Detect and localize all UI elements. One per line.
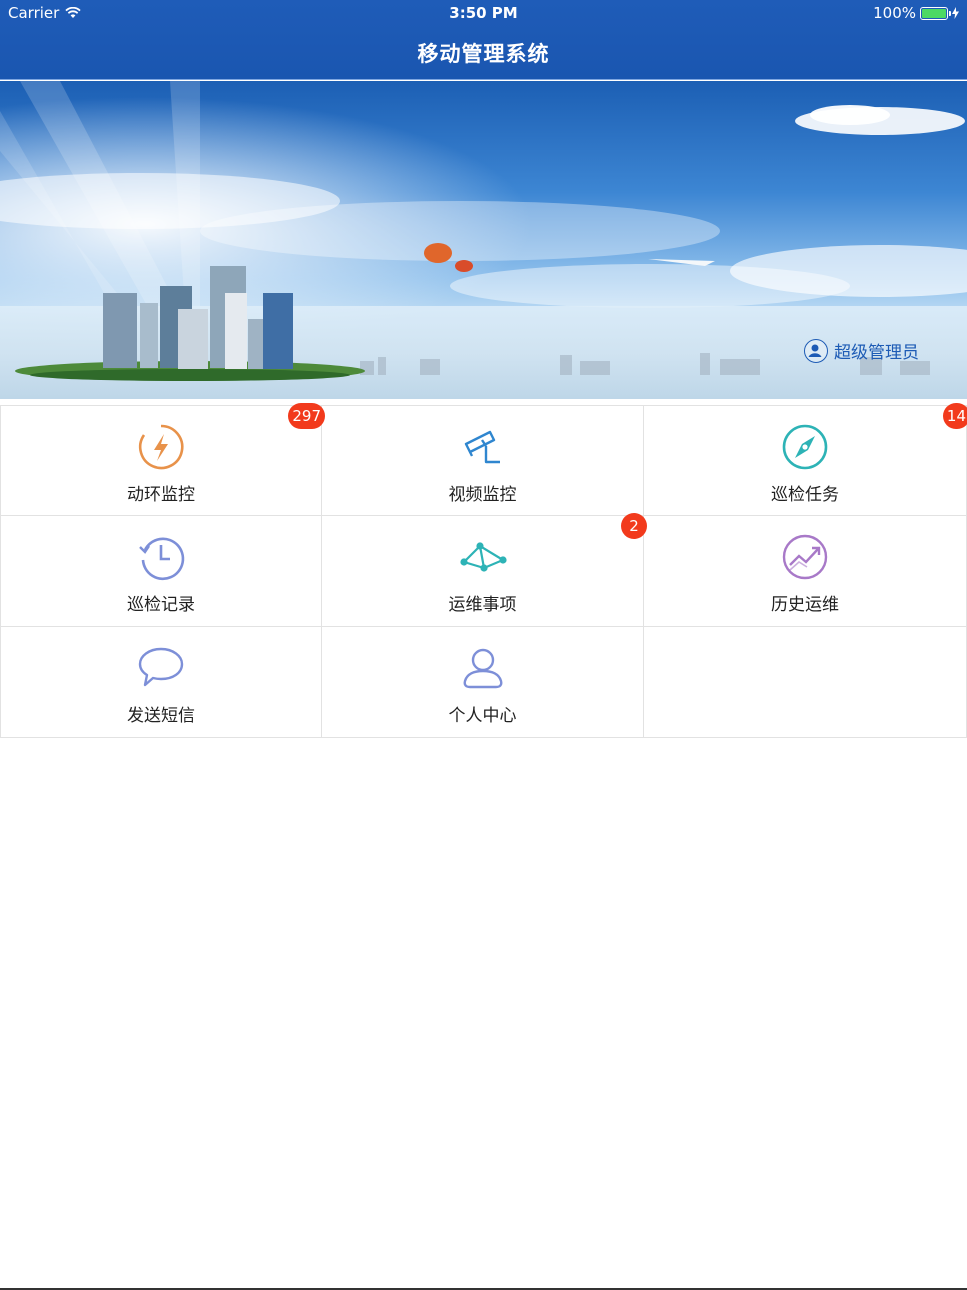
- menu-item-label: 运维事项: [448, 595, 517, 615]
- charging-icon: [952, 7, 959, 19]
- lightning-icon: [138, 424, 184, 470]
- battery: 100%: [873, 4, 959, 22]
- status-time: 3:50 PM: [449, 4, 518, 22]
- menu-item-label: 动环监控: [127, 485, 195, 505]
- banner-image: 超级管理员: [0, 81, 967, 399]
- current-user-label: 超级管理员: [834, 343, 919, 363]
- top-bar: Carrier 3:50 PM 100% 移动管理系统: [0, 0, 967, 80]
- user-icon: [463, 648, 502, 689]
- menu-row: 发送短信 个人中心: [0, 627, 967, 738]
- chat-bubble-icon: [138, 647, 184, 687]
- menu-item-environment-monitor[interactable]: 297 动环监控: [0, 403, 325, 516]
- compass-icon: [782, 424, 828, 470]
- menu-item-label: 发送短信: [127, 706, 195, 726]
- notification-badge: 297: [288, 403, 325, 429]
- menu-item-maintenance-items[interactable]: 2 运维事项: [322, 513, 647, 627]
- menu-row: 297 动环监控 视频监控 14 巡检任务: [0, 403, 967, 516]
- menu-item-label: 历史运维: [771, 595, 839, 615]
- menu-item-label: 巡检记录: [127, 595, 195, 615]
- menu-item-label: 个人中心: [448, 706, 517, 726]
- notification-badge: 2: [621, 513, 647, 539]
- menu-item-video-monitor[interactable]: 视频监控: [322, 405, 644, 516]
- history-clock-icon: [139, 537, 185, 581]
- menu-item-inspection-task[interactable]: 14 巡检任务: [644, 403, 967, 516]
- current-user-button[interactable]: 超级管理员: [804, 338, 919, 363]
- menu-item-personal-center[interactable]: 个人中心: [322, 627, 644, 738]
- battery-icon: [920, 6, 951, 20]
- status-bar: Carrier 3:50 PM 100%: [0, 0, 967, 26]
- menu-item-label: 巡检任务: [771, 485, 839, 505]
- menu-item-empty: [644, 627, 967, 738]
- notification-badge: 14: [942, 403, 967, 429]
- page-title: 移动管理系统: [417, 42, 550, 66]
- menu-grid: 297 动环监控 视频监控 14 巡检任务 巡检记录 2 运维事项 历史运维 发…: [0, 403, 967, 738]
- menu-item-maintenance-history[interactable]: 历史运维: [644, 516, 967, 627]
- trend-icon: [782, 534, 828, 580]
- menu-item-inspection-record[interactable]: 巡检记录: [0, 516, 322, 627]
- battery-percent: 100%: [873, 4, 916, 22]
- camera-icon: [464, 430, 500, 464]
- nodes-icon: [459, 542, 507, 572]
- menu-item-send-sms[interactable]: 发送短信: [0, 627, 322, 738]
- menu-row: 巡检记录 2 运维事项 历史运维: [0, 513, 967, 627]
- user-avatar-icon: [804, 338, 828, 363]
- menu-item-label: 视频监控: [448, 485, 517, 505]
